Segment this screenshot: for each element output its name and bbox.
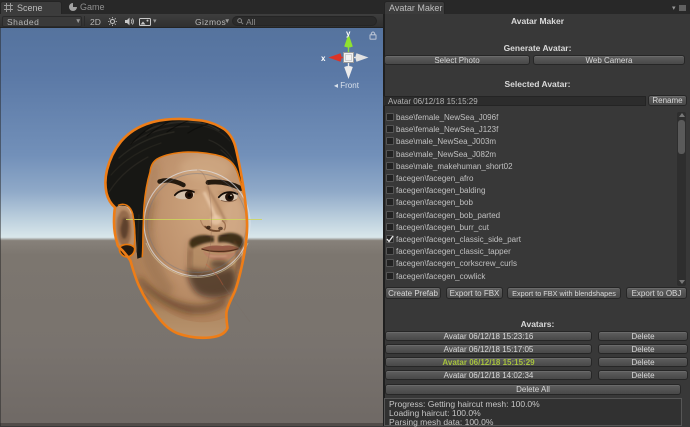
svg-text:x: x [321, 54, 326, 63]
svg-text:y: y [346, 29, 351, 38]
